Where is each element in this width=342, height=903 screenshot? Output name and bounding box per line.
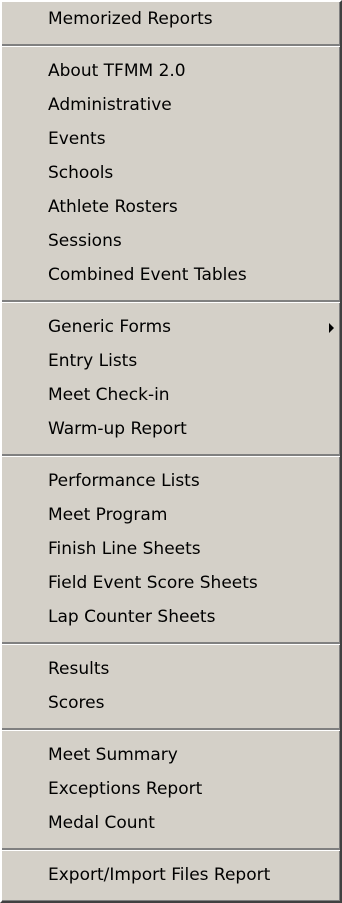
menu-item-scores[interactable]: Scores: [2, 686, 340, 720]
menu-item-label: Export/Import Files Report: [48, 865, 271, 885]
menu-item-medal-count[interactable]: Medal Count: [2, 806, 340, 840]
reports-context-menu: Memorized Reports About TFMM 2.0 Administr…: [0, 0, 342, 903]
menu-item-label: Entry Lists: [48, 351, 138, 371]
menu-item-label: About TFMM 2.0: [48, 61, 186, 81]
menu-item-entry-lists[interactable]: Entry Lists: [2, 344, 340, 378]
menu-item-schools[interactable]: Schools: [2, 156, 340, 190]
menu-item-field-event-score-sheets[interactable]: Field Event Score Sheets: [2, 566, 340, 600]
menu-item-warm-up-report[interactable]: Warm-up Report: [2, 412, 340, 446]
menu-item-label: Field Event Score Sheets: [48, 573, 258, 593]
menu-item-label: Exceptions Report: [48, 779, 203, 799]
menu-item-about-tfmm-2-0[interactable]: About TFMM 2.0: [2, 54, 340, 88]
menu-item-label: Warm-up Report: [48, 419, 187, 439]
menu-separator: [2, 454, 340, 457]
menu-separator: [2, 848, 340, 851]
menu-item-meet-check-in[interactable]: Meet Check-in: [2, 378, 340, 412]
menu-item-label: Schools: [48, 163, 114, 183]
menu-item-meet-summary[interactable]: Meet Summary: [2, 738, 340, 772]
menu-separator: [2, 728, 340, 731]
menu-item-export-import-files-report[interactable]: Export/Import Files Report: [2, 858, 340, 892]
menu-item-meet-program[interactable]: Meet Program: [2, 498, 340, 532]
menu-item-lap-counter-sheets[interactable]: Lap Counter Sheets: [2, 600, 340, 634]
menu-item-label: Scores: [48, 693, 105, 713]
menu-item-results[interactable]: Results: [2, 652, 340, 686]
menu-item-label: Meet Summary: [48, 745, 178, 765]
menu-item-administrative[interactable]: Administrative: [2, 88, 340, 122]
menu-separator: [2, 642, 340, 645]
menu-item-label: Combined Event Tables: [48, 265, 247, 285]
menu-item-label: Finish Line Sheets: [48, 539, 201, 559]
menu-item-exceptions-report[interactable]: Exceptions Report: [2, 772, 340, 806]
menu-item-label: Results: [48, 659, 110, 679]
menu-item-combined-event-tables[interactable]: Combined Event Tables: [2, 258, 340, 292]
menu-item-events[interactable]: Events: [2, 122, 340, 156]
menu-item-label: Administrative: [48, 95, 172, 115]
menu-item-label: Meet Program: [48, 505, 168, 525]
menu-item-label: Events: [48, 129, 106, 149]
menu-separator: [2, 44, 340, 47]
menu-item-label: Generic Forms: [48, 317, 172, 337]
menu-item-performance-lists[interactable]: Performance Lists: [2, 464, 340, 498]
menu-item-sessions[interactable]: Sessions: [2, 224, 340, 258]
menu-item-generic-forms[interactable]: Generic Forms: [2, 310, 340, 344]
menu-item-athlete-rosters[interactable]: Athlete Rosters: [2, 190, 340, 224]
menu-item-memorized-reports[interactable]: Memorized Reports: [2, 2, 340, 36]
submenu-arrow-icon: [329, 323, 334, 333]
menu-item-finish-line-sheets[interactable]: Finish Line Sheets: [2, 532, 340, 566]
menu-item-label: Medal Count: [48, 813, 155, 833]
menu-separator: [2, 300, 340, 303]
menu-item-label: Performance Lists: [48, 471, 200, 491]
menu-items: Memorized Reports About TFMM 2.0 Administr…: [2, 2, 340, 892]
menu-item-label: Memorized Reports: [48, 9, 213, 29]
menu-item-label: Meet Check-in: [48, 385, 170, 405]
menu-item-label: Lap Counter Sheets: [48, 607, 216, 627]
menu-item-label: Sessions: [48, 231, 122, 251]
menu-item-label: Athlete Rosters: [48, 197, 178, 217]
